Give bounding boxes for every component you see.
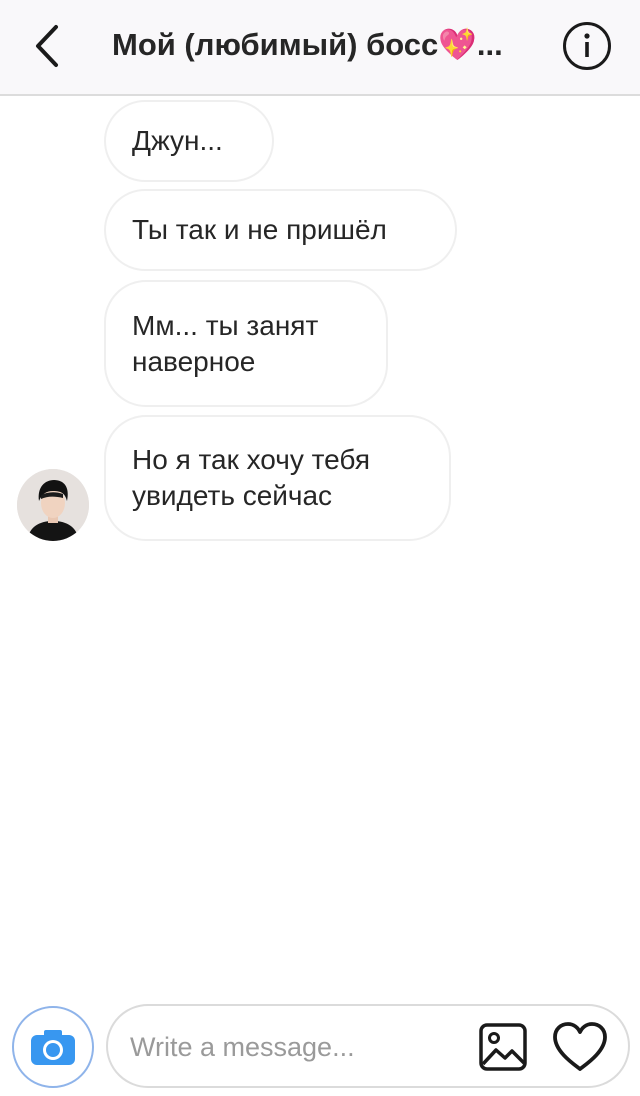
info-button[interactable] bbox=[563, 22, 611, 70]
message-bubble[interactable]: Ты так и не пришёл bbox=[104, 189, 457, 271]
message-bubble[interactable]: Джун... bbox=[104, 100, 274, 182]
message-text: наверное bbox=[132, 345, 256, 377]
like-button[interactable] bbox=[550, 1018, 610, 1076]
image-icon bbox=[479, 1023, 527, 1071]
avatar-photo bbox=[17, 469, 89, 541]
gallery-button[interactable] bbox=[476, 1020, 530, 1074]
message-text: Мм... ты занят bbox=[132, 309, 319, 341]
chat-header: Мой (любимый) босс💖... bbox=[0, 0, 640, 96]
message-composer bbox=[106, 1004, 630, 1088]
info-icon bbox=[584, 33, 590, 57]
camera-button[interactable] bbox=[12, 1006, 94, 1088]
message-text: Но я так хочу тебя bbox=[132, 444, 370, 475]
camera-icon bbox=[31, 1030, 75, 1065]
message-bubble[interactable]: Но я так хочу тебя увидеть сейчас bbox=[104, 415, 451, 541]
chat-screen: Мой (любимый) босс💖... Джун... Ты так и … bbox=[0, 0, 640, 1096]
message-input[interactable] bbox=[130, 1024, 460, 1070]
chat-title[interactable]: Мой (любимый) босс💖... bbox=[112, 26, 542, 63]
avatar[interactable] bbox=[17, 469, 89, 541]
message-text: Ты так и не пришёл bbox=[132, 214, 387, 245]
heart-icon bbox=[553, 1022, 607, 1071]
message-text: Джун... bbox=[132, 125, 223, 156]
message-text: увидеть сейчас bbox=[132, 480, 333, 511]
message-bubble[interactable]: Мм... ты занят наверное bbox=[104, 280, 388, 407]
chevron-left-icon bbox=[36, 25, 58, 67]
back-button[interactable] bbox=[22, 18, 72, 74]
